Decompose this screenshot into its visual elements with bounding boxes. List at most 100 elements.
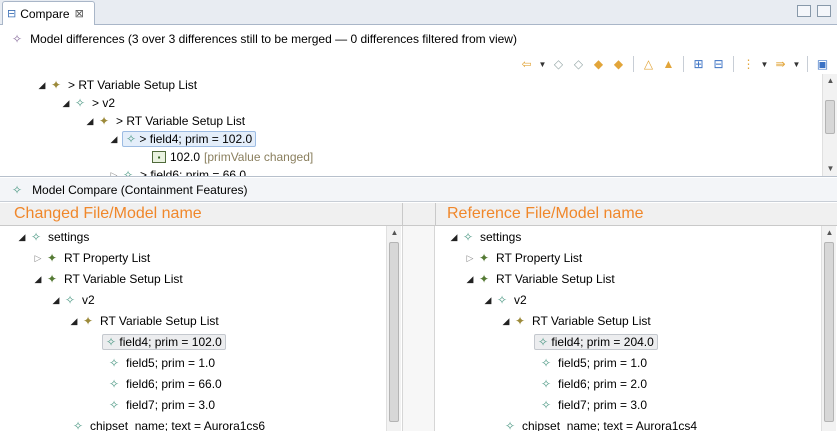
tree-row-label: chipset_name; text = Aurora1cs6 [90,419,266,431]
node-icon: ✧ [30,230,42,244]
maximize-button[interactable] [817,5,831,17]
tree-row[interactable]: ◢ ✧ v2 [482,291,527,309]
tree-row[interactable]: ◢ ✦ RT Variable Setup List [464,270,615,288]
tree-row-label: chipset_name; text = Aurora1cs4 [522,419,698,431]
collapse-all-icon[interactable]: ⊟ [710,56,727,73]
tree-row[interactable]: ▷ ✦ RT Property List [32,249,151,267]
left-model-tree: ◢ ✧ settings ▷ ✦ RT Property List ◢ ✦ RT… [0,226,402,431]
tree-row[interactable]: ◢ ✧ > v2 [60,94,115,112]
selected-item[interactable]: ✧ field4; prim = 204.0 [534,334,658,350]
tree-row[interactable]: ✧ field5; prim = 1.0 [106,354,215,372]
group-icon[interactable]: ⋮ [740,56,757,73]
scroll-thumb[interactable] [825,100,835,134]
scroll-up-icon[interactable]: ▲ [387,226,402,240]
expand-arrow-icon[interactable]: ◢ [60,98,72,109]
diff-tree-scrollbar[interactable]: ▲ ▼ [822,74,837,176]
tree-row-selected[interactable]: ✧ field4; prim = 102.0 [100,333,226,351]
diff-diamond-icon: ✦ [98,114,110,128]
scroll-thumb[interactable] [824,242,834,422]
tree-row-selected[interactable]: ◢ ✧ > field4; prim = 102.0 [108,130,257,148]
tree-row-label: > field4; prim = 102.0 [139,132,253,146]
tree-row[interactable]: ◢ ✦ > RT Variable Setup List [36,76,198,94]
tree-row-label: RT Variable Setup List [64,272,183,286]
tree-row-label: field4; prim = 102.0 [119,335,222,349]
expand-arrow-icon[interactable]: ◢ [464,274,476,285]
expand-arrow-icon[interactable]: ◢ [108,134,120,145]
collapse-arrow-icon[interactable]: ▷ [464,253,476,264]
change-description: [primValue changed] [204,150,314,164]
tree-row[interactable]: ◢ ✧ settings [448,228,522,246]
page-title: Model differences (3 over 3 differences … [30,32,517,46]
right-pane-scrollbar[interactable]: ▲ [821,226,836,431]
node-icon: ✧ [106,335,117,349]
accept-icon[interactable]: ◇ [550,56,567,73]
minimize-button[interactable] [797,5,811,17]
tree-row[interactable]: ✧ chipset_name; text = Aurora1cs6 [70,417,265,431]
tree-row-label: v2 [82,293,95,307]
reject-all-icon[interactable]: ◆ [610,56,627,73]
node-icon: ✧ [538,335,549,349]
tab-compare[interactable]: ⊟ Compare ⊠ [2,1,95,25]
scroll-up-icon[interactable]: ▲ [823,74,837,88]
group-dropdown-icon[interactable]: ▼ [760,56,769,73]
filter-dropdown-icon[interactable]: ▼ [792,56,801,73]
tree-row[interactable]: ✧ field7; prim = 3.0 [106,396,215,414]
selected-item[interactable]: ✧ field4; prim = 102.0 [102,334,226,350]
next-conflict-icon[interactable]: ▲ [660,56,677,73]
tree-row[interactable]: ◢ ✦ RT Variable Setup List [32,270,183,288]
expand-arrow-icon[interactable]: ◢ [32,274,44,285]
accept-all-icon[interactable]: ◆ [590,56,607,73]
tree-row[interactable]: ✧ field6; prim = 2.0 [538,375,647,393]
tree-row[interactable]: ◢ ✦ RT Variable Setup List [500,312,651,330]
toolbar-separator [807,56,808,72]
differences-icon: ✧ [12,32,23,46]
diff-diamond-icon: ✧ [74,96,86,110]
scroll-up-icon[interactable]: ▲ [822,226,837,240]
expand-arrow-icon[interactable]: ◢ [84,116,96,127]
expand-arrow-icon[interactable]: ◢ [482,295,494,306]
tree-row-selected[interactable]: ✧ field4; prim = 204.0 [532,333,658,351]
expand-arrow-icon[interactable]: ◢ [16,232,28,243]
tree-row[interactable]: ▪ 102.0 [primValue changed] [152,148,313,166]
expand-arrow-icon[interactable]: ◢ [68,316,80,327]
tree-row-label: RT Variable Setup List [100,314,219,328]
pane-divider [435,203,436,226]
node-icon: ✦ [46,251,58,265]
tree-row[interactable]: ▷ ✦ RT Property List [464,249,583,267]
collapse-arrow-icon[interactable]: ▷ [32,253,44,264]
model-compare-icon: ✧ [12,182,23,197]
save-icon[interactable]: ▣ [814,56,831,73]
tree-row[interactable]: ◢ ✦ RT Variable Setup List [68,312,219,330]
tree-row[interactable]: ▷ ✧ > field6; prim = 66.0 [108,166,247,177]
expand-arrow-icon[interactable]: ◢ [448,232,460,243]
tree-row-label: > field6; prim = 66.0 [140,168,247,177]
model-compare-header: ✧ Model Compare (Containment Features) [0,178,837,202]
tree-row[interactable]: ✧ field6; prim = 66.0 [106,375,222,393]
scroll-thumb[interactable] [389,242,399,422]
tab-bar: ⊟ Compare ⊠ [0,0,837,25]
close-icon[interactable]: ⊠ [75,7,84,20]
prev-conflict-icon[interactable]: △ [640,56,657,73]
model-compare-title: Model Compare (Containment Features) [32,182,248,197]
tree-row[interactable]: ✧ field5; prim = 1.0 [538,354,647,372]
tree-row[interactable]: ◢ ✧ settings [16,228,90,246]
tree-row[interactable]: ✧ chipset_name; text = Aurora1cs4 [502,417,697,431]
filter-icon[interactable]: ⇛ [772,56,789,73]
tree-row-label: settings [48,230,90,244]
scroll-down-icon[interactable]: ▼ [823,162,837,176]
tree-row[interactable]: ◢ ✦ > RT Variable Setup List [84,112,246,130]
previous-difference-icon[interactable]: ⇦ [518,56,535,73]
expand-arrow-icon[interactable]: ◢ [500,316,512,327]
collapse-arrow-icon[interactable]: ▷ [108,170,120,177]
dropdown-icon[interactable]: ▼ [538,56,547,73]
expand-all-icon[interactable]: ⊞ [690,56,707,73]
tree-row[interactable]: ✧ field7; prim = 3.0 [538,396,647,414]
reject-icon[interactable]: ◇ [570,56,587,73]
expand-arrow-icon[interactable]: ◢ [36,80,48,91]
left-pane-scrollbar[interactable]: ▲ [386,226,401,431]
expand-arrow-icon[interactable]: ◢ [50,295,62,306]
tree-row-label: field7; prim = 3.0 [558,398,648,412]
selected-item[interactable]: ✧ > field4; prim = 102.0 [122,131,257,147]
pane-divider [402,203,403,226]
tree-row[interactable]: ◢ ✧ v2 [50,291,95,309]
